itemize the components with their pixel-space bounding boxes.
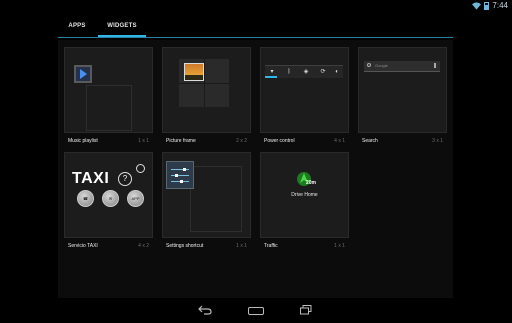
widget-power-control[interactable]: ▾ ᛒ ◈ ⟳ ◐ Power control 4 x 1: [260, 47, 349, 151]
play-icon: [74, 65, 92, 83]
sync-toggle-icon: ⟳: [320, 69, 326, 75]
widget-music-playlist[interactable]: Music playlist 1 x 1: [64, 47, 153, 151]
battery-icon: [484, 1, 490, 10]
back-icon[interactable]: [198, 305, 212, 315]
settings-ghost-frame: [190, 166, 242, 232]
taxi-logo-text: TAXI: [72, 170, 110, 187]
widget-picture-frame[interactable]: Picture frame 2 x 2: [162, 47, 251, 151]
wifi-on-indicator: [265, 76, 277, 78]
landscape-photo-icon: [184, 63, 204, 81]
widget-preview: 20m Drive Home: [260, 152, 349, 238]
widget-size: 1 x 1: [138, 138, 149, 144]
location-icon: [136, 164, 145, 173]
widget-traffic[interactable]: 20m Drive Home Traffic 1 x 1: [260, 152, 349, 256]
widget-label: Music playlist: [68, 138, 98, 144]
widget-grid: Music playlist 1 x 1 Picture frame 2 x 2…: [58, 40, 453, 298]
navigation-bar: [0, 298, 512, 323]
bluetooth-toggle-icon: ᛒ: [287, 69, 291, 75]
widget-label: Power control: [264, 138, 295, 144]
widget-servicio-taxi[interactable]: TAXI ? ☎ ✉ APP Servicio TAXI 4 x 2: [64, 152, 153, 256]
search-bar-preview: Google: [364, 61, 440, 72]
widget-search[interactable]: Google Search 3 x 1: [358, 47, 447, 151]
mic-icon: [434, 63, 436, 68]
tab-apps[interactable]: APPS: [58, 15, 96, 37]
widget-settings-shortcut[interactable]: Settings shortcut 1 x 1: [162, 152, 251, 256]
search-hint: Google: [375, 63, 388, 68]
home-icon[interactable]: [248, 307, 264, 315]
tab-widgets-label: WIDGETS: [107, 23, 137, 29]
wifi-icon: [472, 1, 482, 10]
wifi-toggle-icon: ▾: [270, 69, 274, 75]
help-icon: ?: [118, 172, 132, 186]
status-icons: 7:44: [472, 0, 508, 11]
widget-preview: ▾ ᛒ ◈ ⟳ ◐: [260, 47, 349, 133]
taxi-sms-icon: ✉: [102, 190, 119, 207]
taxi-phone-icon: ☎: [77, 190, 94, 207]
widget-label: Settings shortcut: [166, 243, 204, 249]
widget-preview: Google: [358, 47, 447, 133]
widget-size: 1 x 1: [334, 243, 345, 249]
brightness-toggle-icon: ◐: [335, 69, 339, 75]
widget-preview: [162, 47, 251, 133]
search-icon: [367, 63, 371, 67]
music-ghost-frame: [86, 85, 132, 131]
tab-widgets[interactable]: WIDGETS: [98, 15, 146, 37]
traffic-time: 20m: [306, 180, 317, 186]
widget-preview: TAXI ? ☎ ✉ APP: [64, 152, 153, 238]
gps-toggle-icon: ◈: [303, 69, 309, 75]
widget-preview: [162, 152, 251, 238]
recent-apps-icon[interactable]: [300, 305, 312, 315]
taxi-app-icon: APP: [127, 190, 144, 207]
tab-divider: [58, 37, 453, 38]
widget-size: 3 x 1: [432, 138, 443, 144]
widget-label: Traffic: [264, 243, 278, 249]
widget-label: Search: [362, 138, 378, 144]
widget-label: Servicio TAXI: [68, 243, 98, 249]
status-bar: 7:44: [0, 0, 512, 11]
settings-sliders-icon: [166, 161, 194, 189]
status-time: 7:44: [492, 1, 508, 10]
tab-bar: APPS WIDGETS: [58, 15, 453, 39]
widget-size: 1 x 1: [236, 243, 247, 249]
widget-size: 2 x 2: [236, 138, 247, 144]
traffic-destination: Drive Home: [291, 192, 318, 198]
widget-preview: [64, 47, 153, 133]
widget-label: Picture frame: [166, 138, 196, 144]
widget-size: 4 x 2: [138, 243, 149, 249]
widget-size: 4 x 1: [334, 138, 345, 144]
